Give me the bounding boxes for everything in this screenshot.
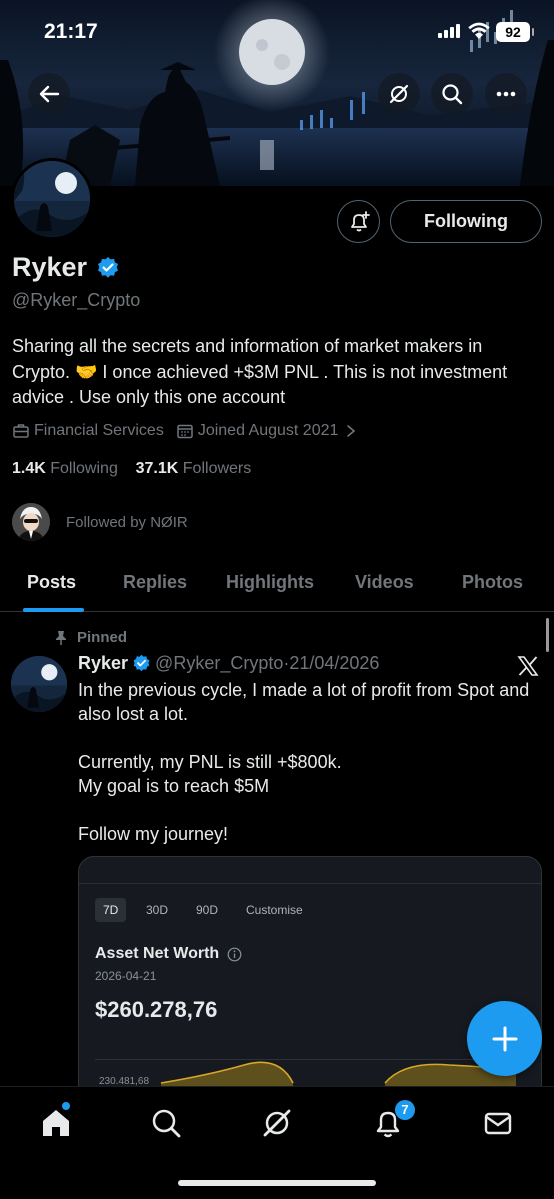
home-unread-dot [62, 1102, 70, 1110]
card-title: Asset Net Worth [95, 945, 242, 963]
following-stat[interactable]: 1.4K Following [12, 460, 118, 477]
following-button[interactable]: Following [390, 200, 542, 243]
range-customise: Customise [246, 903, 303, 917]
profile-avatar[interactable] [11, 158, 93, 240]
followed-by-text: Followed by NØIR [66, 513, 188, 531]
grok-icon [389, 84, 409, 104]
joined-item[interactable]: Joined August 2021 [176, 422, 363, 440]
search-button[interactable] [431, 73, 473, 115]
post-image-card[interactable]: 7D 30D 90D Customise Asset Net Worth 202… [78, 856, 542, 1116]
scrollbar[interactable] [546, 618, 549, 652]
more-icon [496, 91, 516, 97]
post-author-name[interactable]: Ryker [78, 653, 128, 674]
profile-meta: Financial Services Joined August 2021 [12, 422, 374, 440]
followers-count: 37.1K [135, 460, 179, 477]
profile-name: Ryker [12, 252, 88, 282]
following-label: Following [50, 460, 118, 477]
compose-button[interactable] [467, 1001, 542, 1076]
post-header: Ryker @Ryker_Crypto ·21/04/2026 [78, 653, 379, 674]
card-divider [79, 883, 541, 884]
messages-icon[interactable] [482, 1107, 514, 1139]
notify-button[interactable] [337, 200, 380, 243]
arrow-left-icon [39, 85, 60, 103]
post-text: In the previous cycle, I made a lot of p… [78, 680, 530, 844]
briefcase-icon [13, 424, 29, 438]
avatar-artwork [14, 161, 90, 237]
category-label: Financial Services [34, 422, 164, 439]
tab-photos[interactable]: Photos [462, 572, 523, 593]
profile-tabs: Posts Replies Highlights Videos Photos [0, 556, 554, 612]
tab-active-indicator [23, 608, 84, 612]
range-7d: 7D [95, 898, 127, 922]
notifications-badge: 7 [395, 1100, 415, 1120]
profile-handle: @Ryker_Crypto [12, 290, 141, 310]
grok-nav-icon[interactable] [261, 1107, 293, 1139]
range-30d: 30D [146, 903, 169, 917]
tab-videos[interactable]: Videos [355, 572, 414, 593]
chevron-right-icon [347, 425, 356, 437]
tab-highlights[interactable]: Highlights [226, 572, 314, 593]
plus-icon [492, 1026, 517, 1051]
pin-icon [56, 630, 66, 645]
follower-avatar [12, 503, 50, 541]
category-item: Financial Services [12, 422, 164, 440]
search-icon [442, 84, 463, 105]
explore-icon[interactable] [150, 1107, 182, 1139]
range-90d: 90D [196, 903, 219, 917]
post-author-avatar[interactable] [11, 656, 67, 712]
follower-avatar-art [12, 503, 50, 541]
followed-by-row[interactable]: Followed by NØIR [12, 503, 188, 541]
wifi-icon [468, 22, 490, 39]
verified-badge-icon [98, 257, 118, 278]
tab-posts[interactable]: Posts [27, 572, 76, 593]
status-time: 21:17 [44, 20, 98, 43]
post-author-handle[interactable]: @Ryker_Crypto [155, 653, 283, 674]
joined-label: Joined August 2021 [197, 422, 339, 439]
home-indicator[interactable] [178, 1180, 376, 1186]
battery-indicator: 92 [496, 22, 534, 42]
info-icon [227, 947, 242, 961]
status-bar: 21:17 92 [0, 0, 554, 60]
grok-button[interactable] [378, 73, 420, 115]
home-icon[interactable] [40, 1107, 72, 1139]
pinned-label-row: Pinned [55, 629, 127, 646]
tab-replies[interactable]: Replies [123, 572, 187, 593]
bell-plus-icon [350, 210, 370, 231]
card-title-text: Asset Net Worth [95, 945, 220, 962]
follow-stats: 1.4K Following 37.1K Followers [12, 460, 251, 478]
more-button[interactable] [485, 73, 527, 115]
card-net-worth: $260.278,76 [95, 997, 218, 1022]
post-avatar-art [11, 656, 67, 712]
followers-stat[interactable]: 37.1K Followers [136, 460, 252, 477]
signal-icon [438, 24, 460, 38]
pinned-label: Pinned [77, 629, 128, 646]
verified-badge-icon [133, 654, 150, 672]
followers-label: Followers [182, 460, 252, 477]
post-date: ·21/04/2026 [283, 653, 380, 673]
calendar-icon [177, 424, 193, 439]
x-logo-icon [517, 656, 539, 676]
back-button[interactable] [28, 73, 70, 115]
profile-bio: Sharing all the secrets and information … [12, 336, 508, 407]
following-count: 1.4K [12, 460, 46, 477]
card-date: 2026-04-21 [95, 969, 157, 983]
